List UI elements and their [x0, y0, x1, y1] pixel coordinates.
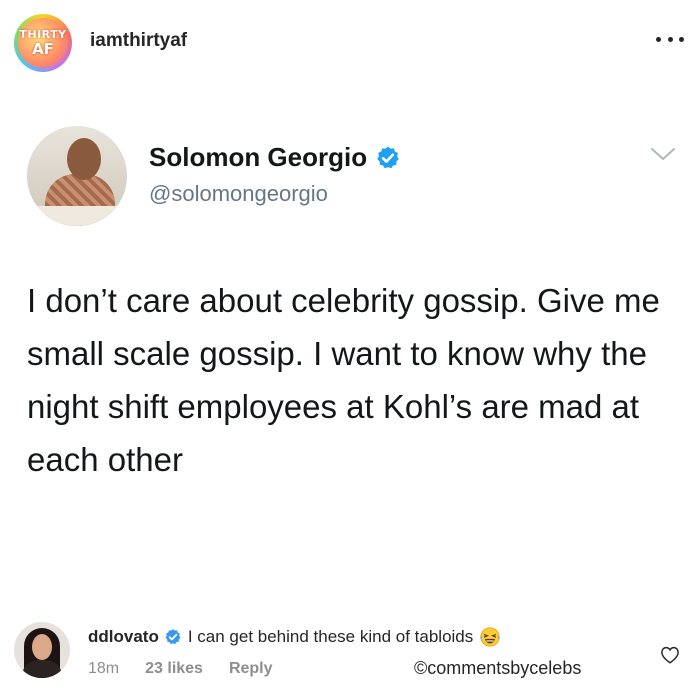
avatar-logo: THIRTY AF — [18, 18, 68, 68]
post-header: THIRTY AF iamthirtyaf — [0, 0, 700, 78]
avatar-logo-line2: AF — [32, 40, 54, 58]
tweet-author-handle: @solomongeorgio — [149, 181, 328, 206]
comment-likes[interactable]: 23 likes — [145, 660, 203, 678]
account-avatar[interactable]: THIRTY AF — [14, 14, 72, 72]
verified-badge-icon — [377, 146, 399, 168]
more-options-icon[interactable] — [656, 34, 684, 44]
heart-icon[interactable] — [660, 646, 680, 664]
reply-button[interactable]: Reply — [229, 660, 273, 678]
comment-text: I can get behind these kind of tabloids — [187, 627, 474, 646]
chevron-down-icon[interactable] — [650, 146, 676, 162]
tweet-text: I don’t care about celebrity gossip. Giv… — [27, 282, 660, 478]
comment-time: 18m — [88, 660, 120, 677]
tweet-author-avatar — [27, 126, 127, 226]
tweet-author-name: Solomon Georgio — [149, 142, 368, 172]
verified-badge-icon — [165, 629, 181, 645]
credit-watermark: ©commentsbycelebs — [414, 658, 582, 678]
comment-content: ddlovato I can get behind these kind of … — [88, 626, 501, 648]
commenter-username[interactable]: ddlovato — [88, 627, 159, 647]
laughing-tears-emoji-icon — [480, 627, 501, 647]
comment-meta: 18m 23 likes Reply — [88, 660, 273, 678]
commenter-avatar[interactable] — [14, 622, 70, 678]
post-username[interactable]: iamthirtyaf — [90, 30, 187, 52]
tweet-author-name-row: Solomon Georgio — [149, 142, 401, 173]
tweet-card: Solomon Georgio @solomongeorgio I don’t … — [0, 78, 700, 618]
comment-row: ddlovato I can get behind these kind of … — [0, 618, 700, 700]
